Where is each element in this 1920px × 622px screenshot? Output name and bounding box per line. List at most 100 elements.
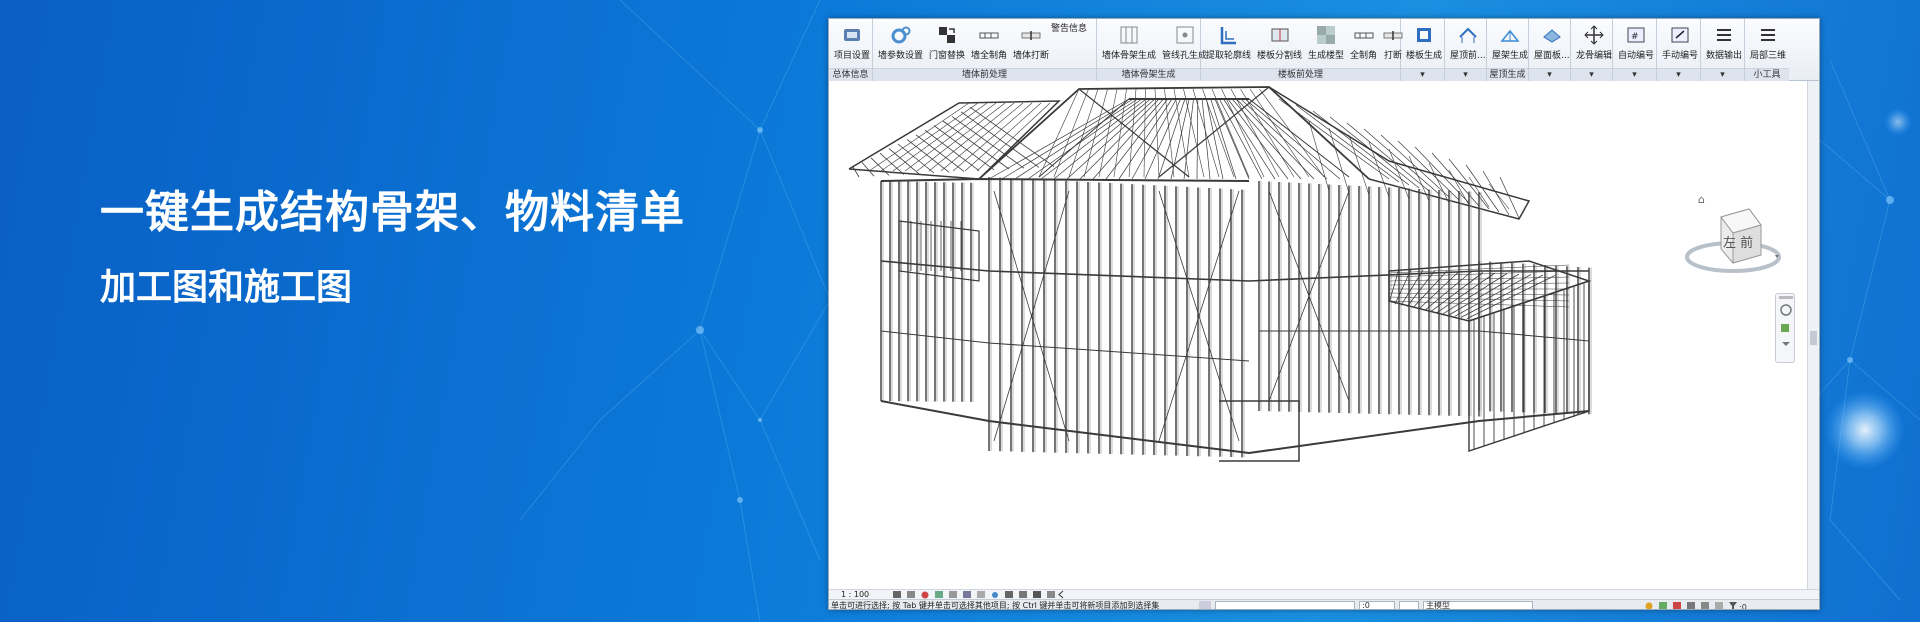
- model-field[interactable]: 主模型: [1423, 600, 1533, 609]
- manual-number-label: 手动编号: [1662, 51, 1699, 61]
- selection-filter-icon[interactable]: [1199, 600, 1211, 609]
- list-icon: [1758, 25, 1778, 45]
- keel-edit-label: 龙骨编辑: [1576, 51, 1613, 61]
- ribbon-group-overall: 项目设置 总体信息: [829, 19, 873, 81]
- ribbon-group-label-floor-pre: 楼板前处理: [1201, 68, 1400, 81]
- roof-panel-button[interactable]: 屋面板...: [1531, 21, 1573, 67]
- ribbon-group-manual-number: 手动编号 ▾: [1657, 19, 1701, 81]
- roof-panel-label: 屋面板...: [1534, 51, 1570, 61]
- local-3d-label: 局部三维: [1750, 51, 1787, 61]
- view-control-icons[interactable]: [891, 590, 1111, 599]
- ribbon-group-label-keel-edit[interactable]: ▾: [1571, 68, 1612, 81]
- pipe-hole-icon: [1175, 25, 1195, 45]
- floor-split-button[interactable]: 楼板分割线: [1254, 21, 1305, 67]
- ribbon-group-label-roof-panel[interactable]: ▾: [1529, 68, 1570, 81]
- roof-pre-label: 屋顶前...: [1450, 51, 1486, 61]
- ribbon-group-label-auto-number[interactable]: ▾: [1613, 68, 1656, 81]
- project-settings-icon: [842, 25, 862, 45]
- auto-number-button[interactable]: # 自动编号: [1615, 21, 1657, 67]
- zero-field[interactable]: :0: [1359, 600, 1395, 609]
- ribbon-group-wall-pre: 墙参数设置 门窗替换 墙全制角 墙体打断 警告信息 墙体前处理: [873, 19, 1097, 81]
- workset-field[interactable]: [1215, 600, 1355, 609]
- vertical-scrollbar-thumb[interactable]: [1810, 331, 1817, 345]
- navigation-bar[interactable]: [1775, 293, 1795, 363]
- ribbon-group-keel-edit: 龙骨编辑 ▾: [1571, 19, 1613, 81]
- outline-icon: [1219, 25, 1239, 45]
- door-window-replace-button[interactable]: 门窗替换: [926, 21, 968, 67]
- data-output-button[interactable]: 数据输出: [1703, 21, 1745, 67]
- ribbon-group-label-wall-pre: 墙体前处理: [873, 68, 1096, 81]
- door-window-replace-label: 门窗替换: [929, 51, 966, 61]
- ribbon-group-data-output: 数据输出 ▾: [1701, 19, 1745, 81]
- ribbon-group-label-overall: 总体信息: [829, 68, 872, 81]
- view-control-bar: 1 : 100: [829, 589, 1819, 599]
- svg-text::0: :0: [1739, 603, 1747, 611]
- wall-params-button[interactable]: 墙参数设置: [875, 21, 926, 67]
- ribbon-group-label-roof-pre[interactable]: ▾: [1445, 68, 1486, 81]
- break-label: 打断: [1384, 51, 1403, 61]
- roof-truss-generate-button[interactable]: 屋架生成: [1489, 21, 1531, 67]
- wall-frame-generate-button[interactable]: 墙体骨架生成: [1099, 21, 1159, 67]
- manual-number-icon: [1670, 25, 1690, 45]
- floor-type-icon: [1316, 25, 1336, 45]
- ribbon-group-label-data-output[interactable]: ▾: [1701, 68, 1744, 81]
- vertical-scrollbar[interactable]: [1807, 81, 1819, 589]
- keel-edit-button[interactable]: 龙骨编辑: [1573, 21, 1615, 67]
- svg-text:#: #: [1631, 32, 1639, 42]
- status-bar: 单击可进行选择; 按 Tab 键并单击可选择其他项目; 按 Ctrl 键并单击可…: [829, 599, 1819, 611]
- gears-icon: [891, 25, 911, 45]
- manual-number-button[interactable]: 手动编号: [1659, 21, 1701, 67]
- full-miter-button[interactable]: 全制角: [1347, 21, 1380, 67]
- move-arrows-icon: [1584, 25, 1604, 45]
- 3d-viewport[interactable]: ⌂ 左 前: [829, 81, 1809, 589]
- list-icon: [1714, 25, 1734, 45]
- warning-info-label[interactable]: 警告信息: [1051, 21, 1087, 34]
- ribbon-toolbar: 项目设置 总体信息 墙参数设置 门窗替换 墙全制角 墙体打断 警告信息 墙体前处…: [829, 19, 1819, 81]
- ribbon-group-floor-pre: 提取轮廓线 楼板分割线 生成楼型 全制角 打断 楼板前处理: [1201, 19, 1403, 81]
- local-3d-button[interactable]: 局部三维: [1747, 21, 1789, 67]
- replace-icon: [937, 25, 957, 45]
- wall-params-label: 墙参数设置: [878, 51, 924, 61]
- roof-truss-icon: [1500, 25, 1520, 45]
- wall-frame-icon: [1119, 25, 1139, 45]
- design-option-field[interactable]: [1399, 600, 1419, 609]
- full-miter-icon: [1354, 25, 1374, 45]
- roof-panel-icon: [1542, 25, 1562, 45]
- extract-outline-label: 提取轮廓线: [1206, 51, 1252, 61]
- generate-floor-type-label: 生成楼型: [1308, 51, 1345, 61]
- ribbon-group-label-floor-gen[interactable]: ▾: [1401, 68, 1444, 81]
- ribbon-group-floor-gen: 楼板生成 ▾: [1401, 19, 1445, 81]
- floor-generate-icon: [1414, 25, 1434, 45]
- revit-window: 项目设置 总体信息 墙参数设置 门窗替换 墙全制角 墙体打断 警告信息 墙体前处…: [828, 18, 1820, 610]
- view-scale[interactable]: 1 : 100: [841, 590, 891, 599]
- viewcube[interactable]: 左 前: [1683, 199, 1787, 283]
- hero-subline: 加工图和施工图: [100, 267, 353, 308]
- viewcube-face-label[interactable]: 左 前: [1723, 235, 1753, 251]
- project-settings-label: 项目设置: [834, 51, 871, 61]
- roof-truss-generate-label: 屋架生成: [1492, 51, 1529, 61]
- status-tool-icons[interactable]: :0: [1643, 601, 1773, 611]
- extract-outline-button[interactable]: 提取轮廓线: [1203, 21, 1254, 67]
- ribbon-group-tools: 局部三维 小工具: [1745, 19, 1789, 81]
- steel-frame-model: [848, 86, 1592, 462]
- ribbon-group-roof-pre: 屋顶前... ▾: [1445, 19, 1487, 81]
- generate-floor-type-button[interactable]: 生成楼型: [1305, 21, 1347, 67]
- ribbon-group-label-tools: 小工具: [1745, 68, 1789, 81]
- roof-pre-button[interactable]: 屋顶前...: [1447, 21, 1489, 67]
- wall-miter-label: 墙全制角: [971, 51, 1008, 61]
- wall-miter-button[interactable]: 墙全制角: [968, 21, 1010, 67]
- project-settings-button[interactable]: 项目设置: [831, 21, 873, 67]
- data-output-label: 数据输出: [1706, 51, 1743, 61]
- full-miter-label: 全制角: [1350, 51, 1378, 61]
- ribbon-group-label-manual-number[interactable]: ▾: [1657, 68, 1700, 81]
- hero-headline: 一键生成结构骨架、物料清单: [100, 187, 685, 238]
- auto-number-icon: #: [1626, 25, 1646, 45]
- auto-number-label: 自动编号: [1618, 51, 1655, 61]
- status-message: 单击可进行选择; 按 Tab 键并单击可选择其他项目; 按 Ctrl 键并单击可…: [831, 601, 1160, 610]
- wall-miter-icon: [979, 25, 999, 45]
- ribbon-group-label-roof-gen: 屋顶生成: [1487, 68, 1528, 81]
- wall-frame-generate-label: 墙体骨架生成: [1102, 51, 1157, 61]
- floor-generate-button[interactable]: 楼板生成: [1403, 21, 1445, 67]
- ribbon-group-roof-gen: 屋架生成 屋顶生成: [1487, 19, 1529, 81]
- wall-break-button[interactable]: 墙体打断: [1010, 21, 1052, 67]
